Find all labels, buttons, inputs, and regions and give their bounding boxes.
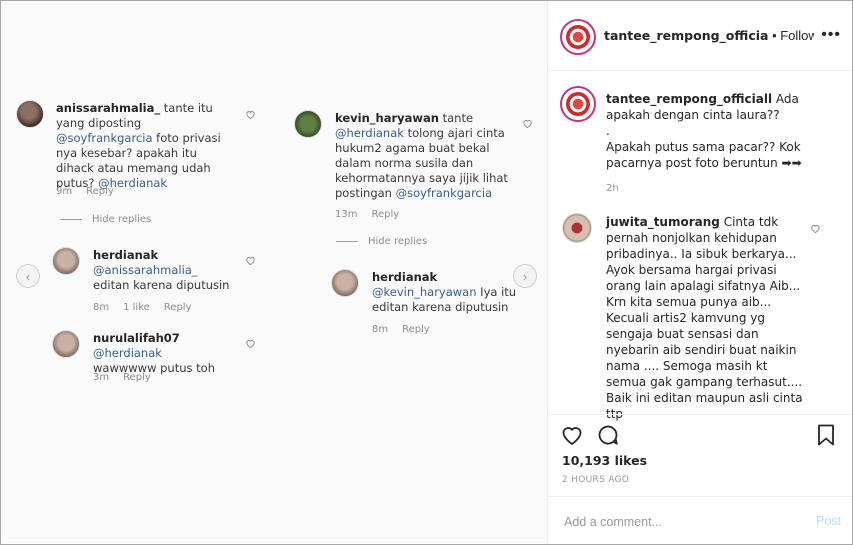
comment-time: 9m — [56, 186, 73, 197]
avatar — [331, 269, 359, 297]
comment-meta: 3m Reply — [93, 372, 165, 383]
avatar — [294, 110, 322, 138]
account-logo-icon — [566, 92, 590, 116]
more-options-icon[interactable]: ••• — [821, 26, 841, 44]
avatar — [52, 330, 80, 358]
like-count[interactable]: 1 like — [123, 302, 150, 313]
comment-meta: 8m 1 like Reply — [93, 302, 206, 313]
heart-icon[interactable] — [245, 255, 256, 266]
mention-link[interactable]: @herdianak — [93, 346, 162, 360]
mention-link[interactable]: @herdianak — [335, 126, 404, 140]
divider — [60, 218, 82, 220]
post-header: tantee_rempong_officia • Following ••• — [548, 2, 852, 71]
hide-replies-button[interactable]: Hide replies — [336, 236, 427, 247]
comment-meta: 13m Reply — [335, 209, 413, 220]
avatar — [16, 100, 44, 128]
mention-link[interactable]: @soyfrankgarcia — [396, 186, 493, 200]
heart-icon[interactable] — [810, 223, 821, 234]
hide-replies-button[interactable]: Hide replies — [60, 214, 151, 225]
heart-icon[interactable] — [522, 118, 533, 129]
account-logo-icon — [566, 25, 590, 49]
avatar[interactable] — [562, 213, 592, 243]
post-button[interactable]: Post — [816, 514, 841, 528]
header-account: tantee_rempong_officia • Following — [604, 28, 814, 43]
post-timestamp: 2 HOURS AGO — [562, 475, 630, 485]
comment-meta: 8m Reply — [372, 324, 444, 335]
comment-time: 3m — [93, 372, 110, 383]
post-sidebar: tantee_rempong_officia • Following ••• t… — [547, 2, 852, 544]
comment-time: 8m — [372, 324, 389, 335]
comment-text: anissarahmalia_ tante itu yang diposting… — [56, 101, 221, 190]
add-comment-bar: Post — [548, 496, 852, 544]
caption-text: tantee_rempong_officiall Ada apakah deng… — [606, 92, 802, 170]
post-photo[interactable]: anissarahmalia_ tante itu yang diposting… — [2, 2, 547, 543]
divider — [336, 240, 358, 242]
action-bar: 10,193 likes 2 HOURS AGO — [548, 414, 852, 495]
mention-link[interactable]: @soyfrankgarcia — [56, 131, 153, 145]
following-button[interactable]: Following — [780, 28, 814, 43]
reply-button[interactable]: Reply — [402, 324, 430, 335]
comment-text: nurulalifah07 @herdianak wawwwww putus to… — [93, 331, 216, 375]
comment-text: kevin_haryawan tante @herdianak tolong a… — [335, 111, 508, 200]
comment-meta: 9m Reply — [56, 186, 128, 197]
bookmark-icon[interactable] — [814, 423, 838, 447]
caption-username[interactable]: tantee_rempong_officiall — [606, 92, 772, 106]
reply-button[interactable]: Reply — [371, 209, 399, 220]
like-count[interactable]: 10,193 likes — [562, 453, 647, 468]
mention-link[interactable]: @anissarahmalia_ — [93, 263, 198, 277]
comment-text: juwita_tumorang Cinta tdk pernah nonjolk… — [606, 215, 803, 421]
comment-username[interactable]: juwita_tumorang — [606, 215, 720, 229]
comment-username[interactable]: kevin_haryawan — [335, 111, 439, 125]
reply-button[interactable]: Reply — [164, 302, 192, 313]
comment-icon[interactable] — [596, 423, 620, 447]
avatar[interactable] — [560, 19, 596, 55]
comment-time: 13m — [335, 209, 358, 220]
reply-button[interactable]: Reply — [123, 372, 151, 383]
comment-username[interactable]: nurulalifah07 — [93, 331, 180, 345]
avatar — [52, 247, 80, 275]
comment-time: 8m — [93, 302, 110, 313]
comment-text: herdianak @anissarahmalia_ editan karena … — [93, 248, 230, 292]
next-arrow-icon[interactable]: › — [513, 264, 537, 288]
heart-icon[interactable] — [245, 338, 256, 349]
reply-button[interactable]: Reply — [86, 186, 114, 197]
comment-username[interactable]: anissarahmalia_ — [56, 101, 160, 115]
heart-icon[interactable] — [245, 109, 256, 120]
comment-username[interactable]: herdianak — [93, 248, 158, 262]
comment-input[interactable] — [562, 511, 796, 533]
comment-username[interactable]: herdianak — [372, 270, 437, 284]
post-window: anissarahmalia_ tante itu yang diposting… — [0, 0, 853, 545]
caption-time: 2h — [606, 183, 619, 194]
avatar[interactable] — [560, 86, 596, 122]
header-username[interactable]: tantee_rempong_officia — [604, 28, 768, 43]
previous-arrow-icon[interactable]: ‹ — [16, 264, 40, 288]
mention-link[interactable]: @kevin_haryawan — [372, 285, 477, 299]
heart-icon[interactable] — [560, 423, 584, 447]
comment-text: herdianak @kevin_haryawan Iya itu editan … — [372, 270, 517, 314]
